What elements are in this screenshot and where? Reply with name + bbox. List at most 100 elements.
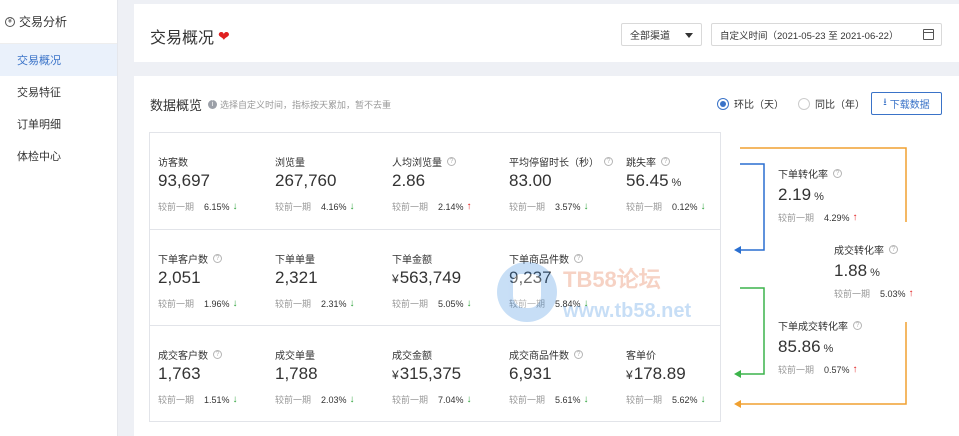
metric-value: 9,237: [509, 268, 552, 288]
radio-year-label[interactable]: 同比（年）: [815, 96, 865, 111]
metric-value-text: 6,931: [509, 364, 552, 383]
overview-info: i 选择自定义时间，指标按天累加，暂不去重: [208, 98, 391, 111]
metric-compare: 较前一期 4.29% ↑: [778, 211, 860, 224]
help-icon[interactable]: ?: [574, 254, 583, 263]
compare-label: 较前一期: [275, 202, 312, 212]
metric-value: 1,788: [275, 364, 318, 384]
funnel-metric: 下单成交转化率? 85.86% 较前一期 0.57% ↑: [778, 318, 862, 376]
metric-compare: 较前一期 5.05% ↓: [392, 297, 474, 310]
compare-percent: 6.15%: [204, 201, 230, 212]
compare-label: 较前一期: [509, 299, 546, 309]
metric-card: 客单价 ¥178.89 较前一期 5.62% ↓: [618, 326, 734, 422]
metric-card: 平均停留时长（秒）? 83.00 较前一期 3.57% ↓: [501, 133, 617, 229]
metric-compare: 较前一期 1.51% ↓: [158, 393, 240, 406]
help-icon[interactable]: ?: [604, 157, 613, 166]
compare-label: 较前一期: [158, 299, 195, 309]
metric-unit: %: [814, 191, 824, 203]
compare-percent: 2.14%: [438, 201, 464, 212]
metric-unit: %: [870, 267, 880, 279]
metric-value: 83.00: [509, 171, 552, 191]
metric-compare: 较前一期 5.84% ↓: [509, 297, 591, 310]
metric-label: 下单转化率?: [778, 166, 860, 181]
metric-label-text: 下单商品件数: [509, 255, 569, 266]
metric-card: 成交单量 1,788 较前一期 2.03% ↓: [267, 326, 383, 422]
metric-label: 成交金额: [392, 347, 432, 362]
arrow-down-icon: ↓: [583, 201, 589, 212]
download-button[interactable]: ⭳ 下载数据: [871, 92, 942, 115]
overview-title: 数据概览: [150, 98, 203, 113]
metric-value: ¥178.89: [626, 364, 686, 384]
compare-percent: 1.51%: [204, 394, 230, 405]
metric-label: 下单商品件数?: [509, 251, 583, 266]
sidebar-item-2[interactable]: 订单明细: [0, 108, 117, 140]
metric-card: 下单商品件数? 9,237 较前一期 5.84% ↓: [501, 230, 617, 326]
metric-unit: %: [823, 343, 834, 355]
metric-label: 成交客户数?: [158, 347, 222, 362]
metric-value-text: 267,760: [275, 171, 337, 190]
help-icon[interactable]: ?: [574, 350, 583, 359]
metric-label: 成交转化率?: [834, 242, 916, 257]
compare-percent: 3.57%: [555, 201, 581, 212]
metric-compare: 较前一期 2.03% ↓: [275, 393, 357, 406]
sidebar-header[interactable]: ¥ 交易分析: [0, 0, 117, 44]
help-icon[interactable]: ?: [853, 321, 862, 330]
compare-percent: 0.57%: [824, 364, 850, 375]
sidebar-item-1[interactable]: 交易特征: [0, 76, 117, 108]
compare-percent: 2.31%: [321, 298, 347, 309]
metric-card: 访客数 93,697 较前一期 6.15% ↓: [150, 133, 266, 229]
compare-percent: 1.96%: [204, 298, 230, 309]
metric-value: 267,760: [275, 171, 336, 191]
help-icon[interactable]: ?: [889, 245, 898, 254]
date-range-picker[interactable]: 自定义时间（2021-05-23 至 2021-06-22）: [711, 23, 942, 46]
arrow-down-icon: ↓: [232, 394, 238, 405]
compare-percent: 2.03%: [321, 394, 347, 405]
arrow-down-icon: ↓: [466, 298, 472, 309]
metric-value-text: 93,697: [158, 171, 210, 190]
radio-day-label[interactable]: 环比（天）: [734, 96, 784, 111]
metric-card: 成交商品件数? 6,931 较前一期 5.61% ↓: [501, 326, 617, 422]
conversion-funnel: 下单转化率? 2.19% 较前一期 4.29% ↑ 成交转化率? 1.88% 较前一期 5.03…: [734, 132, 959, 432]
help-icon[interactable]: ?: [833, 169, 842, 178]
sidebar-item-0[interactable]: 交易概况: [0, 44, 117, 76]
caret-down-icon: [685, 33, 693, 38]
sidebar-item-3[interactable]: 体检中心: [0, 140, 117, 172]
metric-card: 下单金额 ¥563,749 较前一期 5.05% ↓: [384, 230, 500, 326]
compare-label: 较前一期: [392, 299, 429, 309]
download-icon: ⭳: [883, 97, 887, 108]
metric-label-text: 成交金额: [392, 351, 432, 362]
metric-label-text: 跳失率: [626, 158, 656, 169]
metric-label-text: 成交单量: [275, 351, 315, 362]
metric-value-text: 2,321: [275, 268, 318, 287]
date-range-value: 自定义时间（2021-05-23 至 2021-06-22）: [720, 30, 899, 42]
calendar-icon: [923, 29, 934, 40]
compare-percent: 5.62%: [672, 394, 698, 405]
metric-label-text: 下单单量: [275, 255, 315, 266]
analysis-icon: ¥: [5, 16, 15, 27]
metric-card: 成交客户数? 1,763 较前一期 1.51% ↓: [150, 326, 266, 422]
metric-value: 2,321: [275, 268, 318, 288]
compare-mode-radios: 环比（天） 同比（年）: [717, 96, 865, 111]
heart-icon[interactable]: ❤: [218, 28, 230, 45]
arrow-green-head: [734, 370, 741, 378]
metric-label-text: 浏览量: [275, 158, 305, 169]
help-icon[interactable]: ?: [447, 157, 456, 166]
channel-select[interactable]: 全部渠道: [621, 23, 702, 46]
compare-percent: 5.03%: [880, 288, 906, 299]
metrics-grid: 访客数 93,697 较前一期 6.15% ↓ 浏览量 267,760 较前一期 4.16% ↓ 人…: [149, 132, 721, 422]
metric-value-text: 83.00: [509, 171, 552, 190]
compare-label: 较前一期: [626, 202, 663, 212]
metric-value: 56.45%: [626, 171, 681, 191]
radio-day[interactable]: [717, 97, 729, 110]
compare-label: 较前一期: [275, 299, 312, 309]
radio-year[interactable]: [798, 97, 810, 110]
help-icon[interactable]: ?: [213, 254, 222, 263]
compare-label: 较前一期: [158, 395, 195, 405]
metric-label-text: 访客数: [158, 158, 188, 169]
metric-label-text: 平均停留时长（秒）: [509, 158, 599, 169]
arrow-down-icon: ↓: [583, 394, 589, 405]
metric-value: 1.88%: [834, 261, 916, 281]
metric-label: 成交单量: [275, 347, 315, 362]
metric-card: 成交金额 ¥315,375 较前一期 7.04% ↓: [384, 326, 500, 422]
help-icon[interactable]: ?: [213, 350, 222, 359]
help-icon[interactable]: ?: [661, 157, 670, 166]
